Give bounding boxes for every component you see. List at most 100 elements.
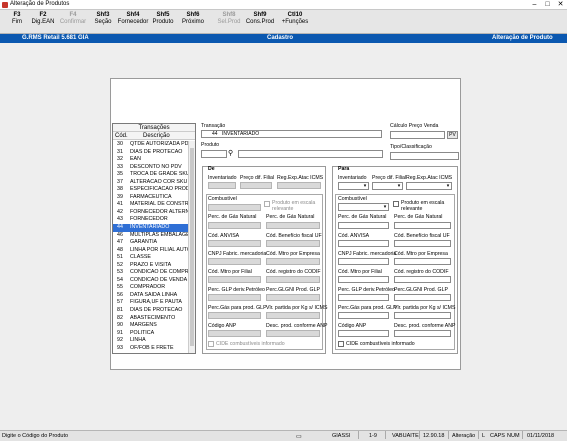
para-preco-filial-select[interactable]: ▾	[372, 182, 403, 190]
transacao-row[interactable]: 57 FIGURA,UF E PAUTA	[113, 299, 189, 307]
fkey-label: Cons.Prod	[245, 18, 275, 25]
fkey-label: Próximo	[181, 18, 204, 25]
para-cide-checkbox[interactable]	[338, 341, 344, 347]
transacao-row[interactable]: 82 ABASTECIMENTO	[113, 315, 189, 323]
transacao-row[interactable]: 32 EAN	[113, 156, 189, 164]
transacao-row[interactable]: 41 MATERIAL DE CONSTRUCAO	[113, 201, 189, 209]
transacao-row-code: 93	[117, 344, 123, 351]
para-cod-mtro-empresa-input[interactable]	[394, 258, 451, 265]
transacao-row-code: 48	[117, 246, 123, 253]
para-produto-escala-checkbox[interactable]	[393, 201, 399, 207]
para-cod-registro-input[interactable]	[394, 276, 451, 283]
transacao-row[interactable]: 42 FORNECEDOR ALTERNATIVO	[113, 209, 189, 217]
para-codigo-anp-input[interactable]	[338, 330, 389, 337]
fkey-label: Fornecedor	[117, 18, 149, 25]
transacao-row-desc: MARGENS	[130, 322, 157, 329]
para-combustivel-select[interactable]: ▾	[338, 203, 389, 211]
para-perc-gas-glp-input[interactable]	[338, 312, 389, 319]
transacao-row-code: 47	[117, 239, 123, 246]
close-icon[interactable]: ✕	[554, 0, 567, 10]
de-produto-escala-label: Produto em escala relevante	[272, 200, 316, 212]
transacao-row[interactable]: 47 GARANTIA	[113, 239, 189, 247]
transacao-row[interactable]: 92 LINHA	[113, 337, 189, 345]
divider	[385, 431, 386, 439]
transacao-row[interactable]: 37 ALTERACAO COR SKU	[113, 179, 189, 187]
col-desc-header: Descrição	[143, 133, 170, 139]
transacao-row[interactable]: 48 LINHA POR FILIAL AUTO	[113, 247, 189, 255]
transacao-row-desc: FORNECEDOR	[130, 216, 168, 223]
transacao-label: Transação	[201, 123, 226, 129]
de-preco-filial-label: Preço dif. Filial	[240, 175, 275, 181]
transacao-row[interactable]: 93 OF/FOB E FRETE	[113, 345, 189, 353]
de-cod-registro-label: Cód. registro do CODIF	[266, 269, 321, 275]
para-cod-mtro-filial-input[interactable]	[338, 276, 389, 283]
fkey-mais-funcoes-button[interactable]: Ctl10 +Funções	[278, 12, 312, 26]
transacao-row[interactable]: 46 MULTIPLAS EMBALAGENS	[113, 232, 189, 240]
de-codigo-anp-label: Código ANP	[208, 323, 237, 329]
transacao-row[interactable]: 33 DESCONTO NO PDV	[113, 164, 189, 172]
transacao-row[interactable]: 30 QTDE AUTORIZADA PDV	[113, 141, 189, 149]
de-perc-gas-label: Perc. de Gás Natural	[208, 214, 257, 220]
minimize-icon[interactable]: –	[528, 0, 541, 10]
transacao-row[interactable]: 81 DIAS DE PROTECAO	[113, 307, 189, 315]
de-cide-checkbox	[208, 341, 214, 347]
transacao-row[interactable]: 53 CONDICAO DE COMPRA	[113, 269, 189, 277]
num-indicator: NUM	[507, 433, 520, 439]
de-perc-glp-field	[208, 294, 261, 301]
para-perc-gas-2-input[interactable]	[394, 222, 451, 229]
calculo-field[interactable]	[390, 131, 445, 139]
scrollbar-thumb[interactable]	[190, 148, 194, 346]
transacao-field[interactable]: 44 INVENTARIADO	[201, 130, 382, 138]
para-reg-exp-select[interactable]: ▾	[406, 182, 452, 190]
produto-code-input[interactable]	[201, 150, 227, 158]
para-cnpj-fabric-input[interactable]	[338, 258, 389, 265]
fkey-proximo-button[interactable]: Shf6 Próximo	[176, 12, 210, 26]
para-perc-glp-input[interactable]	[338, 294, 389, 301]
fkey-sel-prod-button[interactable]: Shf8 Sel.Prod	[212, 12, 246, 26]
operation-label: Alteração de Produto	[492, 35, 553, 41]
fkey-confirmar-button[interactable]: F4 Confirmar	[56, 12, 90, 26]
transacao-row[interactable]: 52 PRAZO E VISITA	[113, 262, 189, 270]
para-cod-beneficio-input[interactable]	[394, 240, 451, 247]
transacoes-list[interactable]: Transações Cód. Descrição 30 QTDE AUTORIZ…	[112, 123, 196, 354]
fkey-fornecedor-button[interactable]: Shf4 Fornecedor	[116, 12, 150, 26]
para-desc-prod-input[interactable]	[394, 330, 451, 337]
fkey-code: Shf4	[126, 12, 140, 18]
de-cod-anvisa-field	[208, 240, 261, 247]
fkey-dig-ean-button[interactable]: F2 Dig.EAN	[26, 12, 60, 26]
transacao-row-code: 35	[117, 171, 123, 178]
binoculars-search-icon[interactable]: ⚲	[228, 149, 233, 157]
transacao-row-desc: CLASSE	[130, 254, 151, 261]
de-preco-filial-field	[240, 182, 272, 189]
pv-button[interactable]: PV	[447, 131, 458, 139]
transacao-row[interactable]: 31 DIAS DE PROTECAO	[113, 149, 189, 157]
transacao-row-desc: ESPECIFICACAO PRODUTO	[130, 186, 188, 193]
function-toolbar: F3 Fim F2 Dig.EAN F4 Confirmar Shf3 Seçã…	[0, 10, 567, 34]
maximize-icon[interactable]: □	[541, 0, 554, 10]
transacao-row[interactable]: 56 DATA SAIDA LINHA	[113, 292, 189, 300]
para-perc-glp-label: Perc. GLP deriv.Petróleo	[338, 287, 395, 293]
fkey-secao-button[interactable]: Shf3 Seção	[86, 12, 120, 26]
transacao-row[interactable]: 38 ESPECIFICACAO PRODUTO	[113, 186, 189, 194]
fkey-code: F4	[69, 12, 77, 18]
list-scrollbar[interactable]	[188, 141, 195, 353]
para-inventariado-select[interactable]: ▾	[338, 182, 369, 190]
transacao-row[interactable]: 35 TROCA DE GRADE SKU	[113, 171, 189, 179]
transacao-row-desc: EAN	[130, 156, 141, 163]
transacao-row[interactable]: 51 CLASSE	[113, 254, 189, 262]
para-vlr-partida-input[interactable]	[394, 312, 451, 319]
transacao-row[interactable]: 54 CONDICAO DE VENDA	[113, 277, 189, 285]
transacao-row[interactable]: 55 COMPRADOR	[113, 284, 189, 292]
transacao-row[interactable]: 91 POLITICA	[113, 330, 189, 338]
transacao-row[interactable]: 39 FARMACEUTICA	[113, 194, 189, 202]
para-perc-gas-input[interactable]	[338, 222, 389, 229]
transacao-row[interactable]: 43 FORNECEDOR	[113, 216, 189, 224]
fkey-cons-prod-button[interactable]: Shf9 Cons.Prod	[243, 12, 277, 26]
para-cod-anvisa-input[interactable]	[338, 240, 389, 247]
fkey-produto-button[interactable]: Shf5 Produto	[146, 12, 180, 26]
para-perc-glgni-input[interactable]	[394, 294, 451, 301]
de-title: De	[208, 166, 215, 172]
para-reg-exp-label: Reg.Exp.Atac ICMS	[406, 175, 453, 181]
transacao-row[interactable]: 44 INVENTARIADO	[113, 224, 189, 232]
transacao-row[interactable]: 90 MARGENS	[113, 322, 189, 330]
